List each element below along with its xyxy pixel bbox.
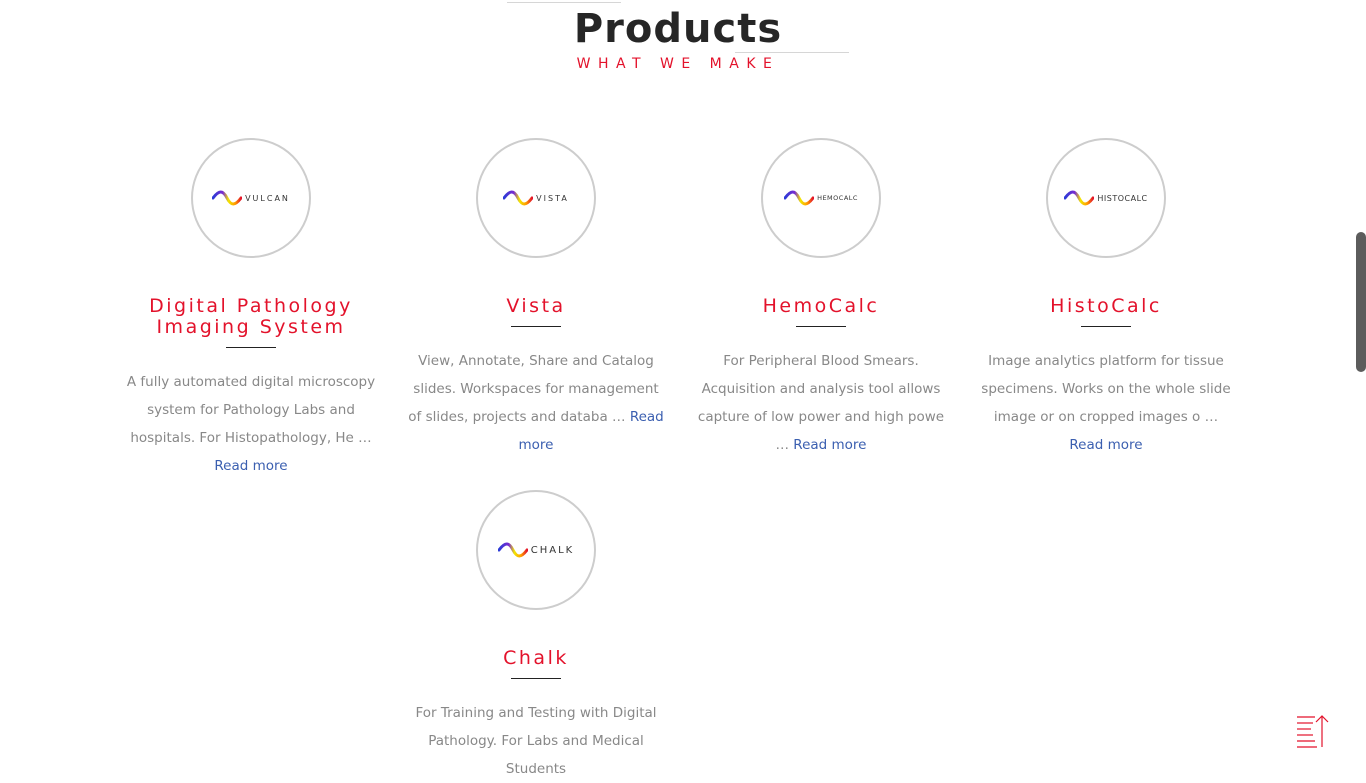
product-logo-text: VULCAN: [245, 193, 290, 203]
heading-decor-line-right: [735, 52, 849, 53]
product-card-vista: VISTA Vista View, Annotate, Share and Ca…: [406, 138, 666, 459]
product-logo-text: HISTOCALC: [1097, 193, 1148, 203]
product-description-text: A fully automated digital microscopy sys…: [126, 374, 376, 446]
rainbow-wave-icon: [784, 190, 815, 206]
section-title: Products: [573, 6, 783, 52]
back-to-top-button[interactable]: [1296, 714, 1330, 750]
product-description: View, Annotate, Share and Catalog slides…: [406, 347, 666, 459]
page-scrollbar[interactable]: [1356, 232, 1366, 372]
rainbow-wave-icon: [497, 542, 528, 558]
product-logo-histocalc[interactable]: HISTOCALC: [1046, 138, 1166, 258]
product-description-text: Image analytics platform for tissue spec…: [981, 353, 1231, 425]
product-description-text: View, Annotate, Share and Catalog slides…: [408, 353, 659, 425]
product-title[interactable]: Digital Pathology Imaging System: [121, 296, 381, 338]
product-description-text: For Training and Testing with Digital Pa…: [415, 705, 657, 777]
product-description: A fully automated digital microscopy sys…: [121, 368, 381, 480]
rainbow-wave-icon: [212, 190, 243, 206]
product-description: For Peripheral Blood Smears. Acquisition…: [691, 347, 951, 459]
product-logo-vista[interactable]: VISTA: [476, 138, 596, 258]
product-logo-chalk[interactable]: CHALK: [476, 490, 596, 610]
product-logo-text: HEMOCALC: [817, 194, 858, 202]
back-to-top-icon: [1297, 715, 1329, 748]
product-logo-vulcan[interactable]: VULCAN: [191, 138, 311, 258]
heading-decor-line-left: [507, 2, 621, 3]
product-card-hemocalc: HEMOCALC HemoCalc For Peripheral Blood S…: [691, 138, 951, 459]
rainbow-wave-icon: [503, 190, 534, 206]
read-more-link[interactable]: Read more: [793, 437, 866, 453]
product-description: For Training and Testing with Digital Pa…: [406, 699, 666, 783]
product-title[interactable]: Vista: [406, 296, 666, 317]
product-logo-hemocalc[interactable]: HEMOCALC: [761, 138, 881, 258]
product-card-vulcan: VULCAN Digital Pathology Imaging System …: [121, 138, 381, 480]
title-underline: [1081, 326, 1131, 327]
product-card-chalk: CHALK Chalk For Training and Testing wit…: [406, 490, 666, 783]
product-title[interactable]: Chalk: [406, 648, 666, 669]
title-underline: [796, 326, 846, 327]
product-logo-text: CHALK: [530, 544, 575, 556]
rainbow-wave-icon: [1064, 190, 1095, 206]
read-more-link[interactable]: Read more: [1069, 437, 1142, 453]
product-card-histocalc: HISTOCALC HistoCalc Image analytics plat…: [976, 138, 1236, 459]
product-description: Image analytics platform for tissue spec…: [976, 347, 1236, 459]
title-underline: [226, 347, 276, 348]
read-more-link[interactable]: Read more: [214, 458, 287, 474]
product-title[interactable]: HistoCalc: [976, 296, 1236, 317]
product-title[interactable]: HemoCalc: [691, 296, 951, 317]
title-underline: [511, 326, 561, 327]
product-logo-text: VISTA: [536, 193, 569, 203]
section-subtitle: WHAT WE MAKE: [576, 56, 780, 72]
title-underline: [511, 678, 561, 679]
